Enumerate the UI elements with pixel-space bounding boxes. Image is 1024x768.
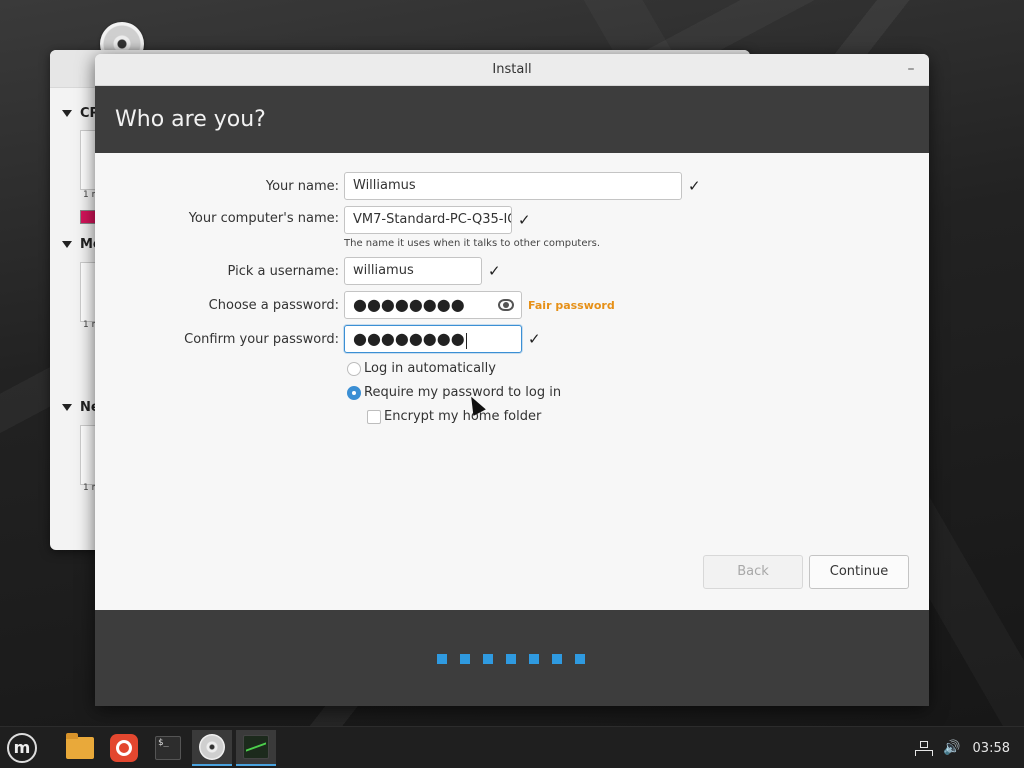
password-field[interactable]: ●●●●●●●● <box>344 291 522 319</box>
progress-dot <box>437 654 447 664</box>
system-monitor-task-button[interactable] <box>236 730 276 766</box>
progress-dot <box>460 654 470 664</box>
firefox-launcher[interactable] <box>104 730 144 766</box>
installer-task-button[interactable] <box>192 730 232 766</box>
cpu-section-header[interactable]: CP <box>62 106 99 121</box>
computer-name-field[interactable]: VM7-Standard-PC-Q35-IC <box>344 206 512 234</box>
computer-name-label: Your computer's name: <box>188 211 339 226</box>
terminal-launcher[interactable]: $_ <box>148 730 188 766</box>
computer-name-hint: The name it uses when it talks to other … <box>344 238 601 249</box>
username-value: williamus <box>353 263 414 278</box>
your-name-check-icon: ✓ <box>688 177 701 195</box>
menu-button[interactable]: m <box>2 730 42 766</box>
password-strength: Fair password <box>528 299 615 312</box>
collapse-triangle-icon <box>62 241 72 248</box>
password-value: ●●●●●●●● <box>353 295 465 314</box>
collapse-triangle-icon <box>62 110 72 117</box>
password-label: Choose a password: <box>208 298 339 313</box>
username-check-icon: ✓ <box>488 262 501 280</box>
disc-icon <box>199 734 225 760</box>
progress-dot <box>506 654 516 664</box>
encrypt-home-label[interactable]: Encrypt my home folder <box>384 409 541 424</box>
text-caret <box>465 332 467 349</box>
username-field[interactable]: williamus <box>344 257 482 285</box>
encrypt-home-checkbox[interactable] <box>367 410 381 424</box>
progress-dot <box>552 654 562 664</box>
back-button[interactable]: Back <box>703 555 803 589</box>
eye-icon[interactable] <box>498 299 514 311</box>
cpu-color-swatch[interactable] <box>80 210 96 224</box>
progress-band <box>95 610 929 706</box>
progress-dot <box>483 654 493 664</box>
require-password-radio[interactable] <box>347 386 361 400</box>
folder-icon <box>66 733 94 759</box>
confirm-password-label: Confirm your password: <box>184 332 339 347</box>
mint-logo-icon: m <box>7 733 37 763</box>
network-icon[interactable] <box>915 741 934 756</box>
confirm-password-check-icon: ✓ <box>528 330 541 348</box>
volume-icon[interactable]: 🔊 <box>943 740 960 756</box>
user-form: Your name: Williamus ✓ Your computer's n… <box>95 153 929 610</box>
computer-name-check-icon: ✓ <box>518 211 531 229</box>
installer-window[interactable]: Install – Who are you? Your name: Willia… <box>95 54 929 706</box>
confirm-password-value: ●●●●●●●● <box>353 329 465 348</box>
clock[interactable]: 03:58 <box>973 741 1010 756</box>
your-name-field[interactable]: Williamus <box>344 172 682 200</box>
files-launcher[interactable] <box>60 730 100 766</box>
progress-dot <box>575 654 585 664</box>
page-title: Who are you? <box>115 107 266 132</box>
computer-name-value: VM7-Standard-PC-Q35-IC <box>353 212 512 227</box>
your-name-label: Your name: <box>265 179 339 194</box>
minimize-button[interactable]: – <box>903 60 919 78</box>
window-title: Install <box>492 62 532 77</box>
username-label: Pick a username: <box>227 264 339 279</box>
log-in-automatically-label[interactable]: Log in automatically <box>364 361 496 376</box>
require-password-label[interactable]: Require my password to log in <box>364 385 561 400</box>
firefox-icon <box>110 734 138 762</box>
system-tray: 🔊 03:58 <box>915 727 1010 768</box>
collapse-triangle-icon <box>62 404 72 411</box>
confirm-password-field[interactable]: ●●●●●●●● <box>344 325 522 353</box>
continue-button[interactable]: Continue <box>809 555 909 589</box>
taskbar: m $_ 🔊 03:58 <box>0 726 1024 768</box>
installer-titlebar[interactable]: Install – <box>95 54 929 86</box>
page-header: Who are you? <box>95 86 929 153</box>
your-name-value: Williamus <box>353 178 416 193</box>
progress-dot <box>529 654 539 664</box>
log-in-automatically-radio[interactable] <box>347 362 361 376</box>
progress-dots <box>437 654 585 664</box>
terminal-icon: $_ <box>155 736 181 760</box>
system-monitor-icon <box>243 735 269 759</box>
